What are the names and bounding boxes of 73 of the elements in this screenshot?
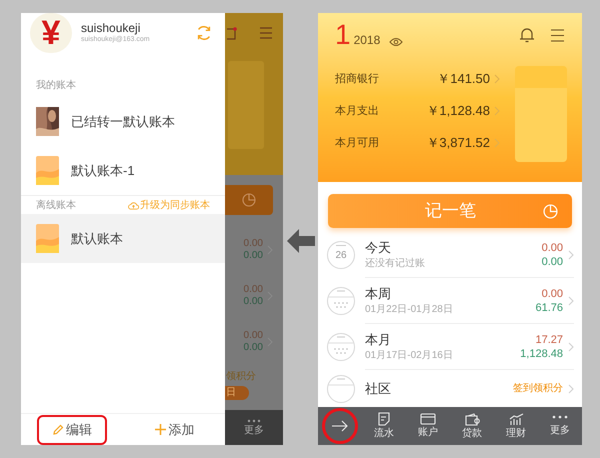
promo-text: 领积分	[225, 370, 257, 384]
avatar: ¥	[30, 13, 72, 53]
chevron-icon	[494, 106, 500, 116]
chevron-icon	[568, 384, 574, 394]
edit-button[interactable]: 编辑	[37, 414, 107, 444]
tab-item[interactable]: 账户	[406, 407, 450, 445]
period-title: 本月	[365, 332, 392, 348]
pie-chart-icon	[242, 193, 256, 207]
chart-icon	[508, 412, 524, 426]
month-number: 1	[335, 20, 351, 50]
tab-item[interactable]: 理财	[494, 407, 538, 445]
chevron-icon	[494, 138, 500, 148]
section-title: 我的账本	[36, 78, 76, 92]
period-row[interactable]: 本月 01月17日-02月16日 17.27 1,128.48	[318, 324, 582, 370]
eye-icon[interactable]	[389, 37, 404, 47]
expense-amount: 0.00	[244, 238, 263, 250]
summary-amount: ￥3,871.52	[426, 134, 490, 152]
section-title: 离线账本	[36, 198, 76, 212]
period-title: 社区	[365, 380, 392, 396]
period-title: 本周	[365, 286, 392, 302]
username: suishoukeji	[81, 21, 142, 35]
check-in-badge: 日	[225, 386, 249, 400]
chevron-icon	[494, 74, 500, 84]
expense-amount: 0.00	[542, 240, 563, 254]
period-row[interactable]: 社区 签到领积分	[318, 370, 582, 407]
card-icon	[420, 413, 436, 425]
income-amount: 1,128.48	[520, 346, 563, 360]
cloud-icon	[128, 200, 139, 210]
more-icon	[552, 415, 568, 419]
summary-amount: ￥141.50	[437, 70, 490, 88]
income-amount: 0.00	[244, 342, 263, 354]
book-cover-icon	[36, 224, 59, 253]
period-row[interactable]: 本周 01月22日-01月28日 0.00 61.76	[318, 278, 582, 324]
wallet-icon	[464, 412, 480, 426]
income-amount: 61.76	[535, 300, 563, 314]
book-item[interactable]: 默认账本	[21, 214, 225, 263]
add-button[interactable]: 添加	[142, 414, 206, 444]
plus-icon	[154, 423, 166, 436]
tab-label: 更多	[244, 424, 264, 436]
period-title: 今天	[365, 240, 392, 256]
tab-item[interactable]: 流水	[362, 407, 406, 445]
period-row[interactable]: 26 今天 还没有记过账 0.00 0.00	[318, 232, 582, 278]
chevron-icon	[568, 250, 574, 260]
menu-icon[interactable]	[550, 29, 565, 42]
period-subtitle: 01月22日-01月28日	[365, 304, 454, 316]
summary-label: 本月支出	[335, 104, 379, 119]
income-amount: 0.00	[542, 254, 563, 268]
bell-icon[interactable]	[519, 26, 535, 44]
period-subtitle: 01月17日-02月16日	[365, 350, 454, 362]
more-icon	[247, 418, 261, 422]
expense-amount: 0.00	[244, 284, 263, 296]
book-cover-icon	[36, 156, 59, 185]
left-arrow-icon	[286, 228, 314, 252]
year-label: 2018	[354, 32, 380, 49]
income-amount: 0.00	[244, 296, 263, 308]
summary-label: 招商银行	[335, 72, 379, 87]
expense-amount: 17.27	[535, 332, 563, 346]
tab-item[interactable]: 贷款	[450, 407, 494, 445]
income-amount: 0.00	[244, 250, 263, 262]
pencil-icon	[52, 424, 64, 436]
note-icon	[378, 412, 390, 426]
tab-item[interactable]: 更多	[538, 407, 582, 445]
menu-icon[interactable]	[259, 27, 273, 39]
summary-label: 本月可用	[335, 136, 379, 151]
period-subtitle: 还没有记过账	[365, 258, 426, 270]
right-arrow-icon	[331, 420, 349, 432]
chevron-icon	[568, 342, 574, 352]
calendar-badge: 26	[327, 241, 355, 269]
pie-chart-icon	[543, 204, 558, 218]
expense-amount: 0.00	[542, 286, 563, 300]
summary-amount: ￥1,128.48	[426, 102, 490, 120]
expense-amount: 0.00	[244, 330, 263, 342]
chevron-icon	[568, 296, 574, 306]
